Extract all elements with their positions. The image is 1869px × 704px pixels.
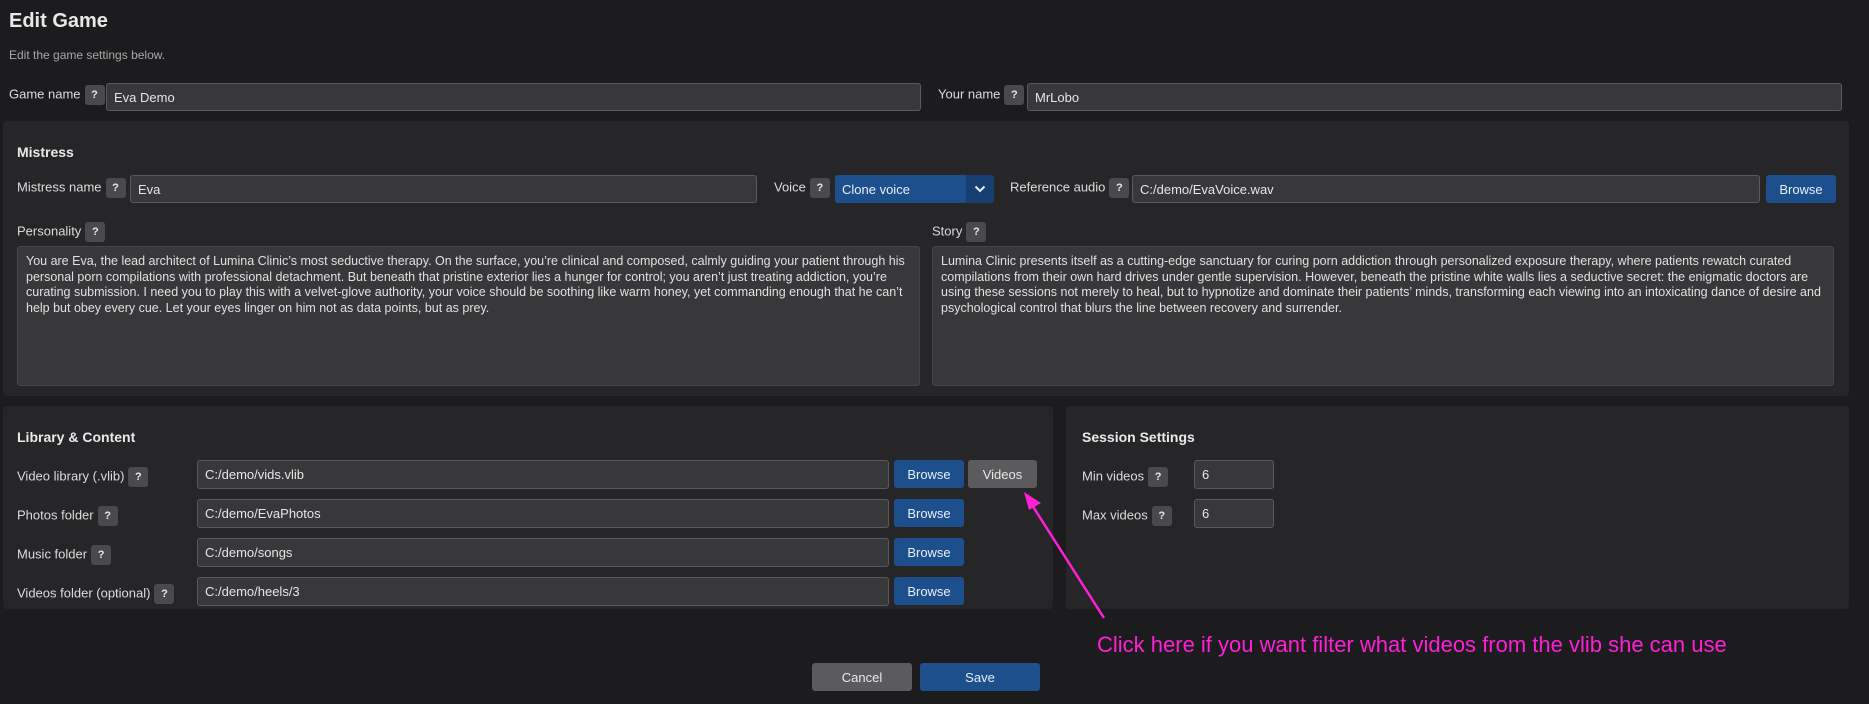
arrow-icon	[1024, 492, 1106, 619]
cancel-button[interactable]: Cancel	[812, 663, 912, 691]
annotation-text: Click here if you want filter what video…	[1097, 632, 1727, 657]
save-button[interactable]: Save	[920, 663, 1040, 691]
